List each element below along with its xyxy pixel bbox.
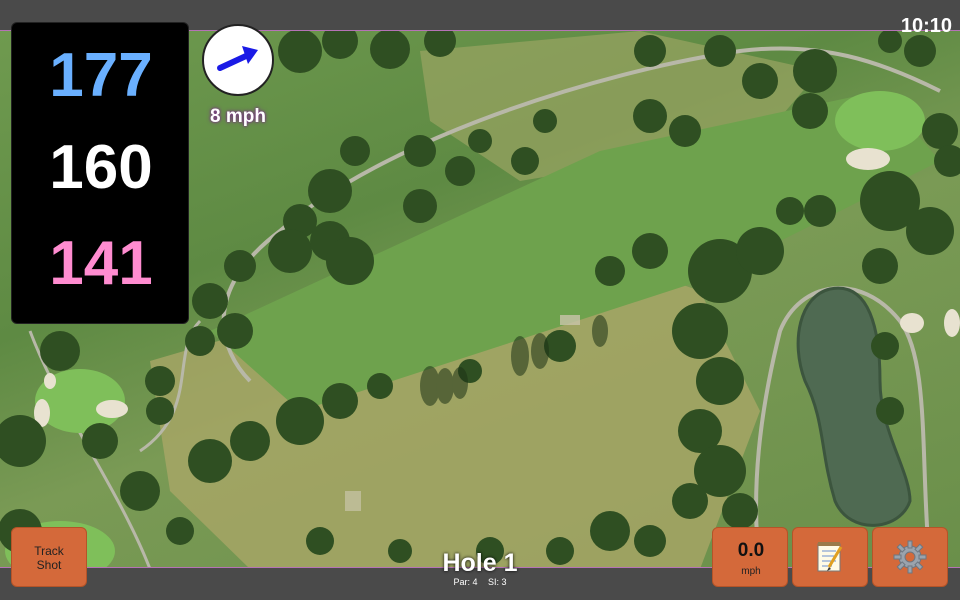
hole-par: Par: 4 [453, 577, 478, 587]
wind-arrow-icon [217, 46, 258, 71]
notepad-icon [817, 542, 843, 572]
track-shot-label-line1: Track [34, 544, 64, 558]
track-shot-label-line2: Shot [36, 558, 62, 573]
speed-button[interactable]: 0.0 mph [712, 527, 788, 587]
notes-button[interactable] [792, 527, 868, 587]
track-shot-button[interactable]: Track Shot [11, 527, 87, 587]
speed-value: 0.0 [737, 540, 765, 561]
front-distance: 141 [49, 229, 153, 298]
distance-panel: 177 160 141 [11, 22, 189, 324]
settings-button[interactable] [872, 527, 948, 587]
back-distance: 177 [49, 41, 153, 110]
hole-info: Par: 4 SI: 3 [380, 577, 580, 587]
wind-speed: 8 mph [210, 106, 266, 127]
hole-title: Hole 1 [442, 549, 518, 577]
clock: 10:10 [900, 15, 952, 37]
wind-indicator [202, 24, 274, 96]
speed-unit: mph [741, 566, 761, 577]
hole-stroke-index: SI: 3 [488, 577, 507, 587]
middle-distance: 160 [49, 133, 153, 202]
gear-icon [893, 540, 927, 574]
